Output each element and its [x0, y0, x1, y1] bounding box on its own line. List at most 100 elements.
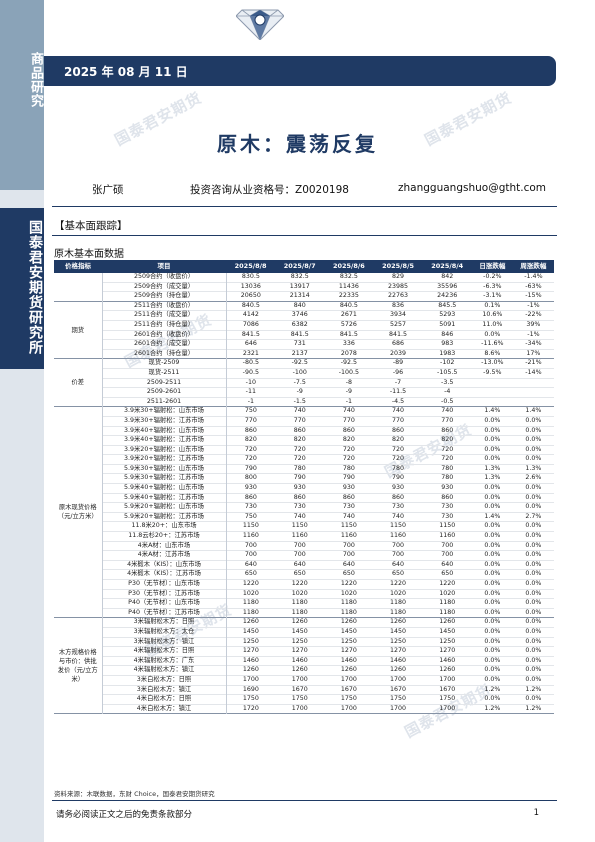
- row-item-label: 11.8米20+：山东市场: [102, 521, 227, 532]
- table-row: 2509合约（持仓量） 20650 21314 22335 22763 24236 -3.1…: [54, 291, 554, 302]
- cell-value: 0.0%: [484, 627, 501, 635]
- cell-value: 0.0%: [525, 560, 542, 568]
- cell-value: 790: [392, 474, 405, 482]
- cell-value: 1160: [390, 532, 407, 540]
- cell-value: 770: [441, 416, 454, 424]
- cell-value: 720: [392, 455, 405, 463]
- cell-value: -3.5: [441, 378, 454, 386]
- cell-value: 1220: [340, 580, 357, 587]
- table-row: 5.9米20+辐射松：山东市场 730 730 730 730 730 0.0% 0.0%: [54, 502, 554, 513]
- fundamentals-table: 价格指标 项目 2025/8/8 2025/8/7 2025/8/6 2025/8/5 20…: [54, 260, 554, 714]
- cell-value: 1.2%: [525, 685, 542, 693]
- cell-value: 0.0%: [484, 416, 501, 424]
- table-row: 2511合约（持仓量） 7086 6382 5726 5257 5091 11.0% 39%: [54, 320, 554, 331]
- cell-value: -11.5: [389, 388, 407, 396]
- cell-value: 841.5: [339, 330, 358, 338]
- row-item-label: 11.8云杉20+：江苏市场: [102, 531, 227, 542]
- row-item-label: 2509合约（收盘价）: [102, 273, 227, 283]
- cell-value: [513, 378, 554, 388]
- cell-value: 0.0%: [484, 637, 501, 645]
- cell-value: 5257: [390, 320, 407, 328]
- cell-value: 2.6%: [525, 474, 542, 482]
- cell-value: 860: [392, 493, 405, 501]
- cell-value: 0.0%: [484, 436, 501, 444]
- cell-value: 5293: [439, 311, 456, 319]
- cell-value: 0.0%: [525, 656, 542, 664]
- cell-value: [513, 397, 554, 407]
- cell-value: 770: [293, 416, 306, 424]
- cell-value: 740: [293, 407, 306, 415]
- cell-value: 1.4%: [484, 407, 501, 415]
- cell-value: 3934: [390, 311, 407, 319]
- column-header: 2025/8/7: [275, 260, 325, 273]
- row-item-label: 3.9米30+辐射松：江苏市场: [102, 416, 227, 426]
- cell-value: 720: [441, 455, 454, 463]
- row-item-label: 3米白松木方：镇江: [102, 685, 227, 695]
- cell-value: 0.0%: [525, 484, 542, 492]
- cell-value: 1720: [242, 704, 259, 712]
- row-item-label: 现货-2509: [102, 358, 227, 369]
- cell-value: 0.0%: [484, 647, 501, 655]
- cell-value: 840.5: [339, 301, 358, 309]
- cell-value: -13.0%: [481, 359, 504, 367]
- cell-value: 1020: [439, 589, 456, 597]
- cell-value: 700: [342, 541, 355, 549]
- table-title: 原木基本面数据: [54, 249, 124, 260]
- row-item-label: 3.9米30+辐射松：山东市场: [102, 406, 227, 417]
- cell-value: 1260: [340, 618, 357, 626]
- cell-value: [513, 388, 554, 398]
- table-row: 木方规格价格与市价：供批发价（元/立方米） 3米辐射松木方：日照 1260 1260 1…: [54, 617, 554, 714]
- cell-value: 930: [244, 484, 257, 492]
- column-header: 项目: [102, 260, 226, 273]
- table-row: 2601合约（收盘价） 841.5 841.5 841.5 841.5 846 0.0% -1…: [54, 330, 554, 340]
- table-row: 3米辐射松木方：太仓 1450 1450 1450 1450 1450 0.0% 0.0%: [54, 627, 554, 638]
- row-item-label: 2511合约（成交量）: [102, 310, 227, 321]
- cell-value: 820: [293, 436, 306, 444]
- cell-value: 1220: [242, 580, 259, 587]
- cell-value: 1180: [390, 608, 407, 616]
- row-item-label: 4米辐射松木方：日照: [102, 646, 227, 657]
- cell-value: 790: [244, 464, 257, 472]
- row-item-label: 5.9米40+辐射松：山东市场: [102, 483, 227, 494]
- cell-value: 841.5: [290, 330, 309, 338]
- cell-value: 1700: [291, 704, 308, 712]
- cell-value: -1%: [527, 330, 540, 338]
- cell-value: 1180: [340, 599, 357, 607]
- author-email[interactable]: zhangguangshuo@gtht.com: [398, 182, 546, 194]
- cell-value: 0.0%: [525, 503, 542, 511]
- left-sidebar: 商品研究 国泰君安期货研究所: [0, 0, 44, 842]
- cell-value: -80.5: [242, 359, 259, 367]
- cell-value: 0.0%: [525, 637, 542, 645]
- cell-value: 1160: [340, 532, 357, 540]
- cell-value: 5091: [439, 320, 456, 328]
- cell-value: 1250: [291, 637, 308, 645]
- cell-value: 1750: [439, 695, 456, 703]
- cell-value: 720: [293, 445, 306, 453]
- cell-value: 1220: [390, 580, 407, 587]
- cell-value: 1260: [390, 618, 407, 626]
- row-item-label: 4米A材：山东市场: [102, 541, 227, 551]
- cell-value: 13036: [240, 282, 261, 290]
- cell-value: 1160: [291, 532, 308, 540]
- cell-value: 1160: [439, 532, 456, 540]
- cell-value: 0.0%: [525, 532, 542, 540]
- cell-value: 1270: [340, 647, 357, 655]
- cell-value: 22763: [388, 292, 409, 300]
- row-item-label: 2509-2601: [102, 387, 227, 398]
- cell-value: -63%: [525, 282, 542, 290]
- sidebar-org-name: 国泰君安期货研究所: [0, 208, 44, 369]
- cell-value: 1.4%: [484, 512, 501, 520]
- cell-value: -92.5: [291, 359, 308, 367]
- cell-value: 1220: [291, 580, 308, 587]
- cell-value: 700: [392, 551, 405, 559]
- row-item-label: 3米辐射松木方：日照: [102, 617, 227, 628]
- table-row: 5.9米20+辐射松：江苏市场 750 740 740 740 730 1.4% 2.7%: [54, 512, 554, 522]
- cell-value: 840: [293, 301, 306, 309]
- author-name: 张广硕: [92, 184, 124, 196]
- cell-value: 336: [342, 340, 355, 348]
- row-item-label: 3.9米20+辐射松：江苏市场: [102, 454, 227, 465]
- cell-value: 1450: [242, 627, 259, 635]
- cell-value: 1.2%: [484, 685, 501, 693]
- cell-value: 24236: [437, 292, 458, 300]
- cell-value: 930: [392, 484, 405, 492]
